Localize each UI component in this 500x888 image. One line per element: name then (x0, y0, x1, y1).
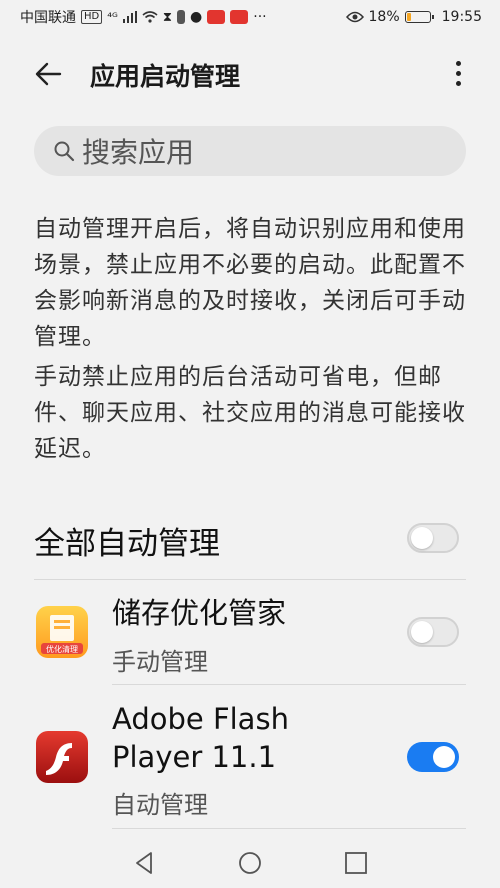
app-icon-label: 优化清理 (46, 645, 78, 654)
hd-badge: HD (81, 10, 103, 24)
status-left: 中国联通 HD ⁴ᴳ ⧗ ● ··· (20, 7, 267, 27)
divider (112, 828, 466, 829)
back-arrow-icon[interactable] (32, 58, 64, 90)
home-nav-icon[interactable] (237, 850, 263, 876)
flash-player-app-icon (36, 731, 88, 783)
more-notifications: ··· (253, 9, 267, 25)
app-name: Adobe Flash Player 11.1 (112, 702, 289, 774)
battery-percent: 18% (368, 9, 400, 25)
notification-icon (177, 10, 186, 24)
clock: 19:55 (441, 9, 482, 25)
battery-icon (404, 11, 434, 23)
divider (112, 684, 466, 685)
description-para-2: 手动禁止应用的后台活动可省电，但邮件、聊天应用、社交应用的消息可能接收延迟。 (34, 364, 466, 462)
title-bar: 应用启动管理 (0, 46, 500, 100)
chat-icon: ● (190, 9, 203, 25)
status-right: 18% 19:55 (345, 9, 482, 25)
search-icon (54, 141, 75, 162)
wifi-icon (142, 11, 158, 23)
hourglass-icon: ⧗ (162, 9, 173, 25)
recents-nav-icon[interactable] (343, 850, 369, 876)
app-status: 手动管理 (112, 648, 208, 676)
app-notification-icon (207, 10, 226, 24)
app-name: 储存优化管家 (112, 596, 287, 630)
storage-optimizer-app-icon: 优化清理 (36, 606, 88, 658)
divider (34, 579, 466, 580)
storage-optimizer-toggle[interactable] (407, 617, 459, 647)
app-notification-icon-2 (230, 10, 249, 24)
navigation-bar (0, 838, 500, 888)
eye-icon (345, 11, 364, 23)
more-options-icon[interactable] (448, 56, 468, 90)
search-input[interactable]: 搜索应用 (34, 126, 466, 176)
flash-player-toggle[interactable] (407, 742, 459, 772)
carrier-label: 中国联通 (20, 10, 76, 26)
all-auto-manage-toggle[interactable] (407, 523, 459, 553)
signal-bars-icon (122, 11, 137, 23)
app-status: 自动管理 (112, 791, 208, 819)
search-placeholder: 搜索应用 (82, 136, 195, 169)
status-bar: 中国联通 HD ⁴ᴳ ⧗ ● ··· 18% 19:55 (0, 0, 500, 34)
description-para-1: 自动管理开启后，将自动识别应用和使用场景，禁止应用不必要的启动。此配置不会影响新… (34, 216, 466, 350)
page-title: 应用启动管理 (90, 62, 241, 91)
back-nav-icon[interactable] (131, 850, 157, 876)
all-auto-manage-label: 全部自动管理 (34, 526, 220, 562)
signal-icon: ⁴ᴳ (107, 10, 118, 24)
description: 自动管理开启后，将自动识别应用和使用场景，禁止应用不必要的启动。此配置不会影响新… (34, 211, 466, 471)
